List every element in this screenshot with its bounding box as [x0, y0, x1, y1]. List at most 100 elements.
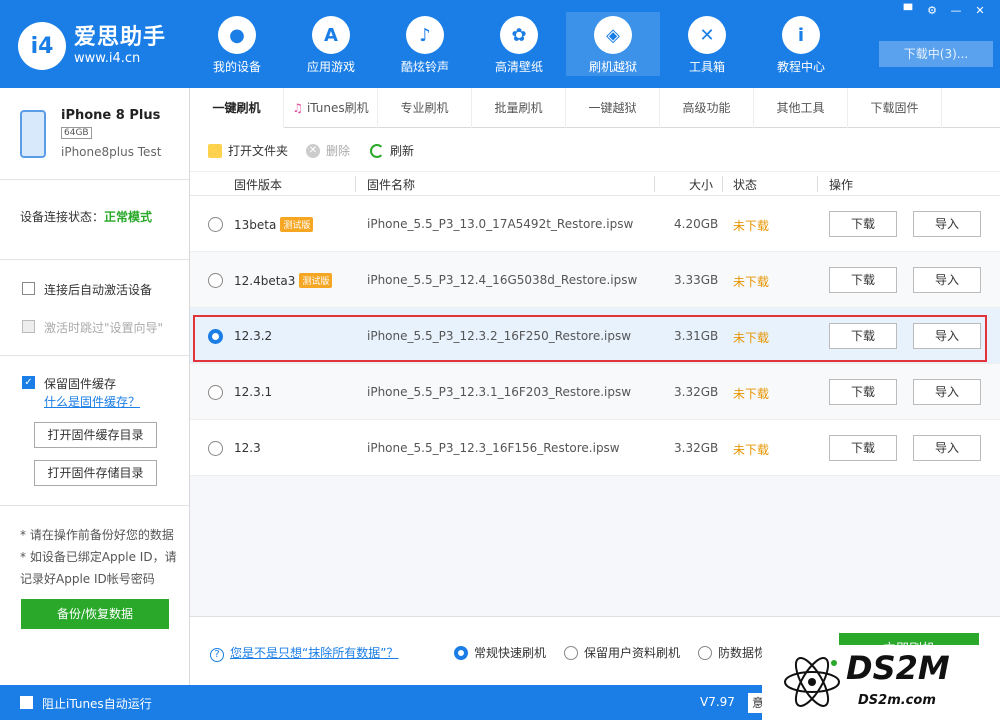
mode-anti-radio[interactable]	[698, 645, 712, 660]
device-card: iPhone 8 Plus 64GB iPhone8plus Test	[0, 88, 189, 180]
brand-name: 爱思助手	[74, 25, 167, 50]
firmware-name: iPhone_5.5_P3_12.4_16G5038d_Restore.ipsw	[367, 273, 638, 287]
block-itunes-label: 阻止iTunes自动运行	[42, 697, 152, 711]
refresh-label: 刷新	[390, 144, 415, 158]
nav-label: 工具箱	[688, 60, 725, 74]
mode-keep-radio[interactable]	[564, 645, 578, 660]
col-divider	[654, 176, 655, 192]
table-row[interactable]: 12.3 iPhone_5.5_P3_12.3_16F156_Restore.i…	[190, 420, 1000, 476]
mode-keep-label: 保留用户资料刷机	[584, 646, 681, 660]
watermark-title: DS2M	[846, 649, 950, 687]
tab-batch-flash[interactable]: 批量刷机	[472, 88, 566, 128]
auto-activate-checkbox[interactable]	[22, 282, 35, 295]
tab-other-tools[interactable]: 其他工具	[754, 88, 848, 128]
nav-tutorials[interactable]: i 教程中心	[754, 12, 848, 76]
watermark-url: DS2m.com	[858, 693, 936, 708]
import-button[interactable]: 导入	[913, 435, 981, 461]
firmware-size: 3.32GB	[674, 385, 719, 399]
tab-pro-flash[interactable]: 专业刷机	[378, 88, 472, 128]
firmware-size: 3.32GB	[674, 441, 719, 455]
download-queue-button[interactable]: 下载中(3)...	[879, 41, 993, 67]
minimize-icon[interactable]: —	[946, 4, 966, 18]
nav-toolbox[interactable]: ✕ 工具箱	[660, 12, 754, 76]
tab-one-click-jailbreak[interactable]: 一键越狱	[566, 88, 660, 128]
row-radio[interactable]	[208, 217, 223, 232]
erase-all-text: 您是不是只想“抹除所有数据”？	[230, 646, 399, 660]
brand-url: www.i4.cn	[74, 51, 141, 66]
nav-apps-games[interactable]: A 应用游戏	[284, 12, 378, 76]
mode-keep-data[interactable]: 保留用户资料刷机	[564, 644, 680, 661]
row-radio[interactable]	[208, 385, 223, 400]
download-button[interactable]: 下载	[829, 267, 897, 293]
refresh-icon	[370, 143, 384, 158]
device-subtitle: iPhone8plus Test	[61, 145, 162, 159]
col-status: 状态	[733, 178, 758, 192]
mode-fast[interactable]: 常规快速刷机	[454, 644, 546, 661]
app-version: V7.97	[700, 695, 735, 709]
table-row[interactable]: 12.4beta3 测试版 iPhone_5.5_P3_12.4_16G5038d…	[190, 252, 1000, 308]
note-line: * 请在操作前备份好您的数据	[20, 528, 174, 542]
bell-icon: ♪	[406, 16, 444, 54]
keep-cache-checkbox[interactable]: ✓	[22, 376, 35, 389]
skip-setup-checkbox[interactable]	[22, 320, 35, 333]
tab-one-click-flash[interactable]: 一键刷机	[190, 88, 284, 128]
nav-ringtones[interactable]: ♪ 酷炫铃声	[378, 12, 472, 76]
firmware-version: 13beta 测试版	[234, 217, 314, 232]
backup-restore-button[interactable]: 备份/恢复数据	[21, 599, 169, 629]
nav-flash-jailbreak[interactable]: ◈ 刷机越狱	[566, 12, 660, 76]
row-radio[interactable]	[208, 273, 223, 288]
beta-badge: 测试版	[280, 217, 314, 232]
tab-label: iTunes刷机	[306, 101, 369, 115]
import-button[interactable]: 导入	[913, 267, 981, 293]
open-folder-label: 打开文件夹	[228, 144, 289, 158]
skip-setup-label: 激活时跳过"设置向导"	[44, 321, 164, 335]
what-is-cache-link[interactable]: 什么是固件缓存？	[44, 393, 140, 410]
close-icon[interactable]: ✕	[970, 4, 990, 18]
gear-icon[interactable]: ⚙	[922, 4, 942, 18]
delete-button[interactable]: ✕ 删除	[306, 142, 350, 159]
version-text: 13beta	[234, 218, 277, 232]
app-store-icon: A	[312, 16, 350, 54]
tab-itunes-flash[interactable]: ♫ iTunes刷机	[284, 88, 378, 128]
firmware-size: 4.20GB	[674, 217, 719, 231]
window-controls: ▀ ⚙ — ✕	[898, 4, 990, 18]
table-row[interactable]: 12.3.1 iPhone_5.5_P3_12.3.1_16F203_Resto…	[190, 364, 1000, 420]
firmware-status: 未下载	[733, 275, 770, 289]
row-radio[interactable]	[208, 441, 223, 456]
download-button[interactable]: 下载	[829, 379, 897, 405]
download-button[interactable]: 下载	[829, 211, 897, 237]
atom-icon	[784, 657, 840, 707]
app-logo: i4 爱思助手 www.i4.cn	[18, 22, 166, 70]
table-row[interactable]: 13beta 测试版 iPhone_5.5_P3_13.0_17A5492t_Re…	[190, 196, 1000, 252]
nav-label: 教程中心	[776, 60, 825, 74]
itunes-icon: ♫	[292, 101, 304, 115]
erase-all-link[interactable]: ? 您是不是只想“抹除所有数据”？	[210, 644, 398, 662]
tab-advanced[interactable]: 高级功能	[660, 88, 754, 128]
nav-wallpapers[interactable]: ✿ 高清壁纸	[472, 12, 566, 76]
nav-label: 酷炫铃声	[400, 60, 449, 74]
shirt-icon[interactable]: ▀	[898, 4, 918, 18]
main-panel: 一键刷机 ♫ iTunes刷机 专业刷机 批量刷机 一键越狱 高级功能 其他工具…	[190, 88, 1000, 685]
open-cache-dir-button[interactable]: 打开固件缓存目录	[34, 422, 157, 448]
mode-fast-radio[interactable]	[454, 645, 468, 660]
nav-label: 应用游戏	[306, 60, 355, 74]
refresh-button[interactable]: 刷新	[370, 142, 414, 159]
col-version: 固件版本	[234, 178, 283, 192]
tab-download-firmware[interactable]: 下载固件	[848, 88, 942, 128]
download-button[interactable]: 下载	[829, 435, 897, 461]
tools-icon: ✕	[688, 16, 726, 54]
import-button[interactable]: 导入	[913, 211, 981, 237]
connection-label: 设备连接状态：	[20, 210, 105, 224]
open-store-dir-button[interactable]: 打开固件存储目录	[34, 460, 157, 486]
open-folder-button[interactable]: 打开文件夹	[208, 142, 288, 159]
firmware-name: iPhone_5.5_P3_12.3.1_16F203_Restore.ipsw	[367, 385, 632, 399]
connection-status-text: 设备连接状态：正常模式	[20, 208, 152, 225]
col-divider	[722, 176, 723, 192]
logo-badge: i4	[18, 22, 66, 70]
firmware-name: iPhone_5.5_P3_13.0_17A5492t_Restore.ipsw	[367, 217, 634, 231]
import-button[interactable]: 导入	[913, 379, 981, 405]
nav-my-device[interactable]: ● 我的设备	[190, 12, 284, 76]
connection-value: 正常模式	[104, 210, 153, 224]
block-itunes-checkbox[interactable]	[20, 696, 33, 709]
table-header: 固件版本 固件名称 大小 状态 操作	[190, 172, 1000, 196]
